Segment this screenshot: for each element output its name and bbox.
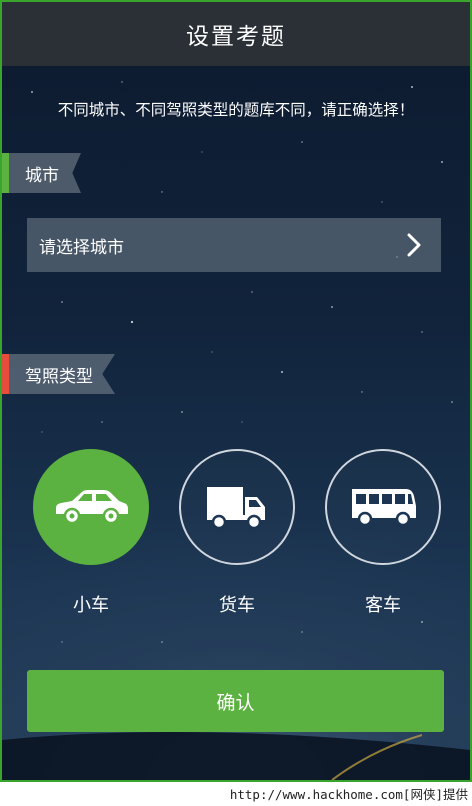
page-title: 设置考题 [186,24,286,50]
license-tag-label: 驾照类型 [9,354,115,394]
app-screen: 设置考题 不同城市、不同驾照类型的题库不同，请正确选择！ 城市 请选择城市 驾照… [0,0,472,782]
city-tag-label: 城市 [9,153,81,193]
truck-option-label: 货车 [219,595,255,616]
city-section-tag: 城市 [2,153,81,193]
license-option-car[interactable]: 小车 [31,449,151,617]
bus-icon [352,489,416,527]
license-option-bus[interactable]: 客车 [323,449,443,617]
car-icon [56,490,128,525]
bus-option-label: 客车 [365,595,401,616]
confirm-button[interactable]: 确认 [27,670,444,732]
city-select-placeholder: 请选择城市 [39,237,124,258]
city-tag-accent-bar [2,153,9,193]
title-bar: 设置考题 [2,2,470,66]
license-option-truck[interactable]: 货车 [177,449,297,617]
notice-text: 不同城市、不同驾照类型的题库不同，请正确选择！ [57,101,415,119]
license-section-tag: 驾照类型 [2,354,115,394]
truck-icon [207,487,265,530]
truck-option-circle[interactable] [179,449,295,565]
bus-option-circle[interactable] [325,449,441,565]
watermark-text: http://www.hackhome.com[网侠]提供 [229,787,468,802]
city-select[interactable]: 请选择城市 [27,218,441,272]
car-option-label: 小车 [73,595,109,616]
chevron-right-icon [407,233,421,257]
license-tag-accent-bar [2,354,9,394]
car-option-circle[interactable] [33,449,149,565]
